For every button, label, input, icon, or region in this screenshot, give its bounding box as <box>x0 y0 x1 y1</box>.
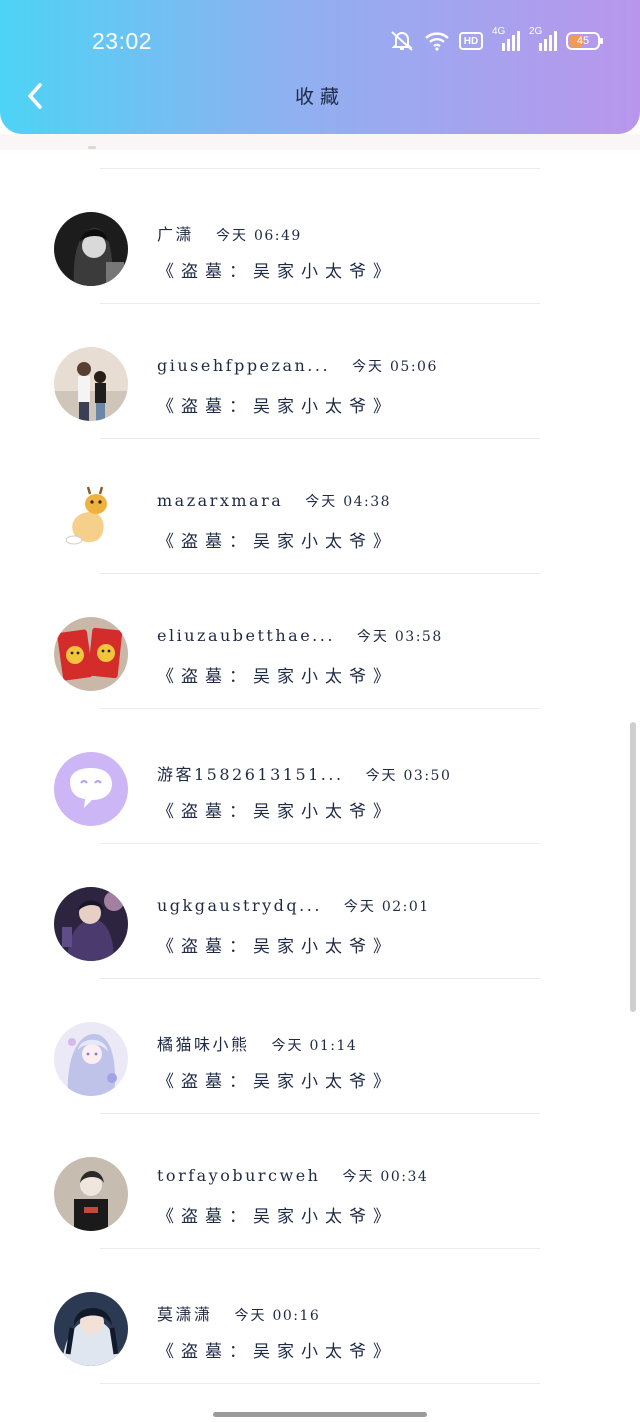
timestamp-day: 今天 <box>342 1169 375 1185</box>
favorite-list-item[interactable]: 广潇 今天 06:49 《盗墓：吴家小太爷》 <box>0 169 640 304</box>
book-title[interactable]: 《盗墓：吴家小太爷》 <box>157 1202 397 1227</box>
signal-2g-icon: 2G <box>529 26 557 53</box>
status-time: 23:02 <box>92 28 153 54</box>
user-name: eliuzaubetthae... <box>157 626 335 645</box>
list-top-strip <box>0 134 640 150</box>
avatar[interactable] <box>54 347 128 421</box>
divider <box>100 1383 540 1384</box>
avatar[interactable] <box>54 1022 128 1096</box>
signal-4g-icon: 4G <box>492 26 520 53</box>
favorite-list-item[interactable]: mazarxmara 今天 04:38 《盗墓：吴家小太爷》 <box>0 439 640 574</box>
page-title: 收藏 <box>294 86 345 108</box>
timestamp-day: 今天 <box>365 768 398 784</box>
user-name: ugkgaustrydq... <box>157 896 322 915</box>
status-icons: HD 4G 2G 45 <box>389 26 603 54</box>
timestamp: 今天 00:34 <box>342 1169 428 1185</box>
timestamp-clock: 00:34 <box>380 1169 429 1185</box>
book-title[interactable]: 《盗墓：吴家小太爷》 <box>157 392 397 417</box>
favorite-list-item[interactable]: eliuzaubetthae... 今天 03:58 《盗墓：吴家小太爷》 <box>0 574 640 709</box>
avatar[interactable] <box>54 617 128 691</box>
signal-2g-label: 2G <box>529 26 543 37</box>
avatar[interactable] <box>54 212 128 286</box>
battery-percent: 45 <box>576 35 590 47</box>
avatar[interactable] <box>54 1292 128 1366</box>
book-title[interactable]: 《盗墓：吴家小太爷》 <box>157 257 397 282</box>
timestamp-day: 今天 <box>356 629 389 645</box>
name-line: mazarxmara 今天 04:38 <box>157 491 391 511</box>
header-bar: 23:02 HD 4G 2G 45 收藏 <box>0 0 640 134</box>
avatar[interactable] <box>54 482 128 556</box>
timestamp: 今天 03:50 <box>366 768 452 784</box>
name-line: eliuzaubetthae... 今天 03:58 <box>157 626 443 646</box>
book-title[interactable]: 《盗墓：吴家小太爷》 <box>157 797 397 822</box>
timestamp-clock: 02:01 <box>381 899 430 915</box>
timestamp: 今天 00:16 <box>235 1308 321 1324</box>
user-name: 游客1582613151... <box>157 765 344 784</box>
hd-voice-badge: HD <box>459 32 483 50</box>
timestamp-clock: 03:58 <box>394 629 443 645</box>
timestamp: 今天 06:49 <box>216 228 302 244</box>
timestamp-day: 今天 <box>271 1038 304 1054</box>
timestamp-day: 今天 <box>234 1308 267 1324</box>
partial-previous-row <box>88 146 96 149</box>
user-name: giusehfppezan... <box>157 356 331 375</box>
avatar[interactable] <box>54 752 128 826</box>
book-title[interactable]: 《盗墓：吴家小太爷》 <box>157 527 397 552</box>
favorite-list-item[interactable]: ugkgaustrydq... 今天 02:01 《盗墓：吴家小太爷》 <box>0 844 640 979</box>
name-line: torfayoburcweh 今天 00:34 <box>157 1166 428 1186</box>
user-name: 橘猫味小熊 <box>157 1035 250 1054</box>
timestamp-day: 今天 <box>352 359 385 375</box>
name-line: 游客1582613151... 今天 03:50 <box>157 761 451 785</box>
favorite-list-item[interactable]: torfayoburcweh 今天 00:34 《盗墓：吴家小太爷》 <box>0 1114 640 1249</box>
timestamp: 今天 05:06 <box>352 359 438 375</box>
user-name: 广潇 <box>157 225 195 244</box>
book-title[interactable]: 《盗墓：吴家小太爷》 <box>157 662 397 687</box>
name-line: 橘猫味小熊 今天 01:14 <box>157 1031 357 1055</box>
mute-bell-icon <box>391 31 413 51</box>
favorite-list-item[interactable]: 橘猫味小熊 今天 01:14 《盗墓：吴家小太爷》 <box>0 979 640 1114</box>
timestamp-clock: 00:16 <box>272 1308 321 1324</box>
timestamp-day: 今天 <box>305 494 338 510</box>
user-name: mazarxmara <box>157 491 284 510</box>
book-title[interactable]: 《盗墓：吴家小太爷》 <box>157 1067 397 1092</box>
user-name: torfayoburcweh <box>157 1166 321 1185</box>
user-name: 莫潇潇 <box>157 1305 213 1324</box>
timestamp: 今天 03:58 <box>357 629 443 645</box>
timestamp-clock: 05:06 <box>390 359 438 375</box>
timestamp: 今天 04:38 <box>305 494 391 510</box>
favorite-list-item[interactable]: giusehfppezan... 今天 05:06 《盗墓：吴家小太爷》 <box>0 304 640 439</box>
name-line: ugkgaustrydq... 今天 02:01 <box>157 896 430 916</box>
timestamp-clock: 06:49 <box>253 228 302 244</box>
name-line: 广潇 今天 06:49 <box>157 221 302 245</box>
timestamp-clock: 04:38 <box>343 494 392 510</box>
wifi-icon <box>425 32 449 51</box>
home-indicator[interactable] <box>213 1412 427 1417</box>
book-title[interactable]: 《盗墓：吴家小太爷》 <box>157 1337 397 1362</box>
timestamp-day: 今天 <box>216 228 249 244</box>
signal-4g-label: 4G <box>492 26 506 37</box>
scrollbar[interactable] <box>630 722 636 1012</box>
timestamp: 今天 02:01 <box>344 899 430 915</box>
timestamp-clock: 03:50 <box>403 768 452 784</box>
favorite-list-item[interactable]: 莫潇潇 今天 00:16 《盗墓：吴家小太爷》 <box>0 1249 640 1384</box>
timestamp-clock: 01:14 <box>309 1038 358 1054</box>
avatar[interactable] <box>54 887 128 961</box>
favorite-list-item[interactable]: 游客1582613151... 今天 03:50 《盗墓：吴家小太爷》 <box>0 709 640 844</box>
name-line: giusehfppezan... 今天 05:06 <box>157 356 438 376</box>
timestamp-day: 今天 <box>343 899 376 915</box>
name-line: 莫潇潇 今天 00:16 <box>157 1301 320 1325</box>
book-title[interactable]: 《盗墓：吴家小太爷》 <box>157 932 397 957</box>
avatar[interactable] <box>54 1157 128 1231</box>
battery-icon: 45 <box>566 32 603 50</box>
timestamp: 今天 01:14 <box>272 1038 358 1054</box>
